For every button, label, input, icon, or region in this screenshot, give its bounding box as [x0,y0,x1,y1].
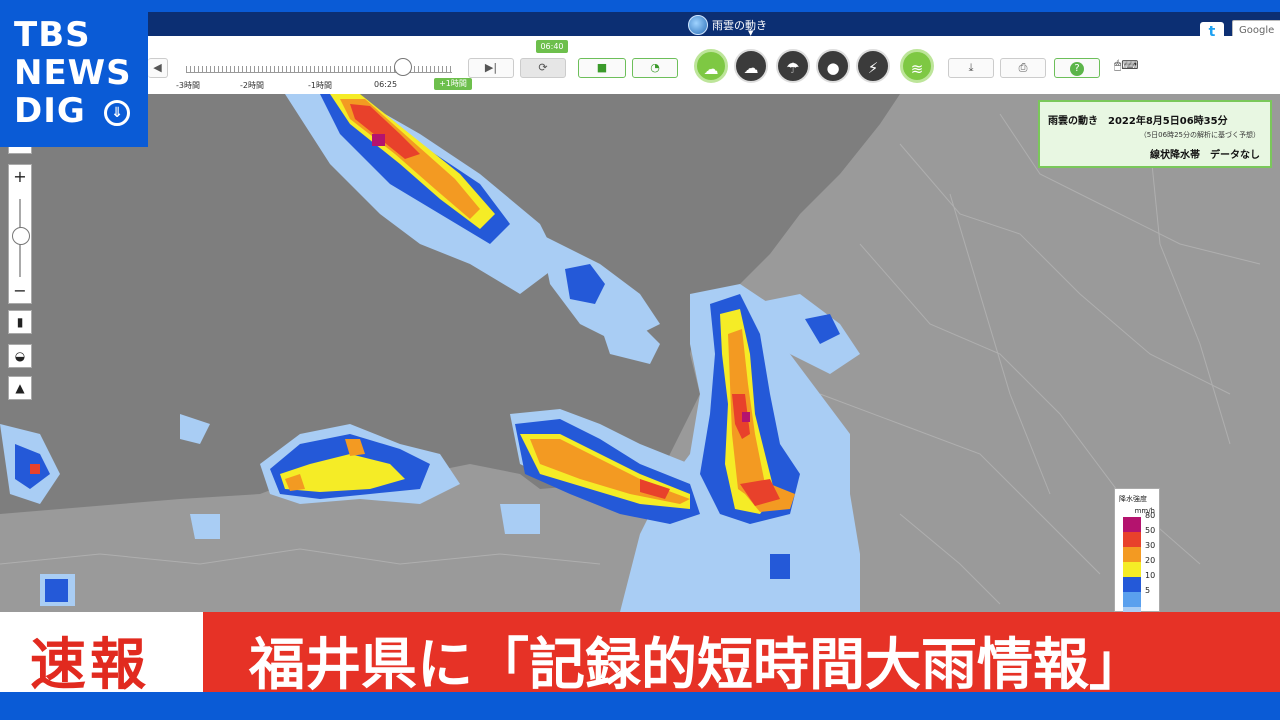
breaking-news-bar: 速報 福井県に「記録的短時間大雨情報」 [0,612,1280,698]
logo-line3: DIG [14,91,86,131]
info-title: 雨雲の動き [1048,116,1098,127]
wind-layer-button[interactable]: ≋ [900,49,934,83]
download-button[interactable]: ⤓ [948,58,994,78]
prev-icon: ◀ [153,61,162,74]
reload-icon: ⟳ [538,61,548,74]
download-arrow-icon: ⇓ [104,100,130,126]
wind-icon: ≋ [910,60,924,78]
zoom-out-button[interactable]: − [9,281,31,300]
info-title-line: 雨雲の動き 2022年8月5日06時35分 [1048,112,1228,127]
tick-label-minus2: -2時間 [240,81,264,90]
print-icon: ⎙ [1018,61,1028,74]
info-box: 雨雲の動き 2022年8月5日06時35分 （5日06時25分の解析に基づく予想）… [1038,100,1272,168]
precip-legend: 降水強度 mm/h 80 50 30 20 10 5 [1114,488,1160,612]
site-header: 雨雲の動き ▼ t Google 提供 [148,12,1280,42]
site-title-text: 雨雲の動き [712,19,767,32]
zoom-knob[interactable] [12,227,30,245]
breaking-tag: 速報 [30,633,150,698]
rain-cloud-icon: ☁ [703,60,719,78]
stop-icon: ■ [596,61,608,74]
cloud-download-layer-button[interactable]: ☁ [734,49,768,83]
download-icon: ⤓ [968,61,974,74]
legend-swatch [1123,532,1141,547]
tick-label-minus1: -1時間 [308,81,332,90]
plus-one-hour-label[interactable]: +1時間 [434,78,472,90]
rain-drop-button[interactable]: ◒ [8,344,32,368]
toolbar: ◀ 06:40 -3時間 -2時間 -1時間 06:25 +1時間 ▶| ⟳ ■… [148,36,1280,95]
tick-label-minus3: -3時間 [176,81,200,90]
stop-button[interactable]: ■ [578,58,626,78]
print-button[interactable]: ⎙ [1000,58,1046,78]
mountain-icon: ▲ [15,381,25,395]
info-datetime: 2022年8月5日06時35分 [1108,116,1228,127]
next-icon: ▶| [484,61,498,74]
help-button[interactable]: ? [1054,58,1100,78]
zoom-panel: + − [8,164,32,304]
zoom-in-button[interactable]: + [9,167,31,186]
time-slider-track[interactable] [186,66,452,73]
cloud-rain-layer-button[interactable]: ☂ [776,49,810,83]
legend-value: 50 [1145,526,1156,535]
prev-button[interactable]: ◀ [148,58,168,78]
drop-icon: ◒ [14,349,26,363]
drop-icon: ● [826,59,840,77]
speedometer-icon: ◔ [650,61,660,74]
site-title[interactable]: 雨雲の動き ▼ [688,15,767,37]
map-type-button[interactable]: ▮ [8,310,32,334]
tbs-news-dig-logo: TBS NEWS DIG ⇓ [0,14,148,147]
legend-value: 30 [1145,541,1156,550]
mouse-keyboard-icon: 🖱⌨ [1114,58,1139,72]
speed-button[interactable]: ◔ [632,58,678,78]
legend-value: 20 [1145,556,1156,565]
legend-value: 80 [1145,511,1156,520]
info-note: （5日06時25分の解析に基づく予想） [1139,131,1260,139]
tick-label-now: 06:25 [374,80,398,89]
map-canvas [0,94,1280,612]
legend-swatch [1123,592,1141,607]
cloud-rain-icon: ☂ [786,59,800,77]
next-button[interactable]: ▶| [468,58,514,78]
lightning-icon: ⚡ [867,59,879,77]
legend-value: 5 [1145,586,1151,595]
legend-swatch [1123,517,1141,532]
globe-icon [688,15,708,35]
headline: 福井県に「記録的短時間大雨情報」 [249,633,1145,698]
rain-map[interactable]: + − ⌄ ▮ ◒ ▲ 雨雲の動き2022年8月5日06時35分 （5日06時2… [0,94,1280,612]
legend-title: 降水強度 [1119,495,1147,503]
help-icon: ? [1070,62,1084,76]
google-label: Google [1239,25,1275,36]
headline-box: 福井県に「記録的短時間大雨情報」 [203,612,1280,698]
reload-button[interactable]: ⟳ [520,58,566,78]
drop-layer-button[interactable]: ● [816,49,850,83]
time-slider-knob[interactable] [394,58,412,76]
logo-line2: NEWS [14,53,132,93]
current-time-label: 06:40 [536,40,568,53]
bottom-band [0,692,1280,720]
app-frame: 雨雲の動き ▼ t Google 提供 ◀ 06:40 -3時間 -2時間 -1… [0,0,1280,720]
legend-value: 10 [1145,571,1156,580]
logo-line1: TBS [14,15,91,55]
cloud-download-icon: ☁ [743,59,759,77]
lightning-layer-button[interactable]: ⚡ [856,49,890,83]
legend-swatch [1123,577,1141,592]
terrain-button[interactable]: ▲ [8,376,32,400]
map-icon: ▮ [16,315,24,329]
breaking-tag-box: 速報 [0,612,203,698]
legend-swatch [1123,562,1141,577]
legend-swatch [1123,547,1141,562]
rain-cloud-layer-button[interactable]: ☁ [694,49,728,83]
info-band-status: 線状降水帯 データなし [1150,150,1260,161]
